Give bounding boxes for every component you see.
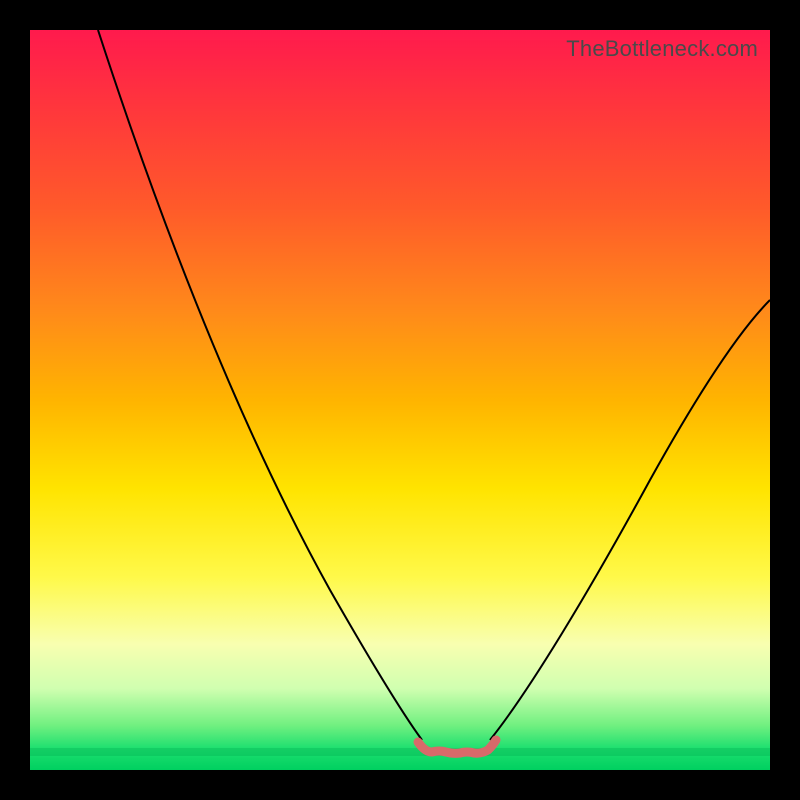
right-branch-curve bbox=[490, 300, 770, 740]
gradient-step bbox=[30, 748, 770, 756]
plot-area: TheBottleneck.com bbox=[30, 30, 770, 770]
left-branch-curve bbox=[98, 30, 422, 740]
optimal-band-curve bbox=[418, 740, 496, 753]
chart-frame: TheBottleneck.com bbox=[0, 0, 800, 800]
bottleneck-curve bbox=[30, 30, 770, 770]
